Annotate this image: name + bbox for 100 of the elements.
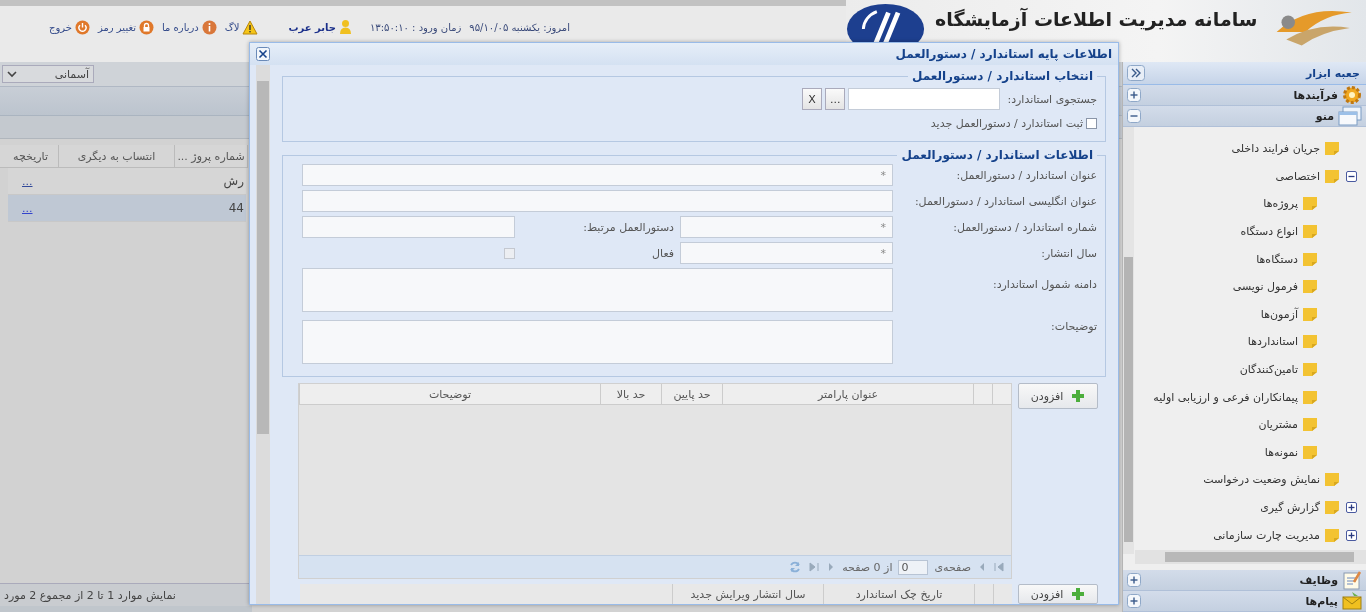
column-header[interactable]: سال انتشار ویرایش جدید [672, 584, 823, 604]
column-header[interactable]: انتساب به دیگری [59, 145, 175, 167]
menu-item[interactable]: تامین‌کنندگان [1239, 363, 1298, 377]
note-icon [1302, 224, 1318, 240]
gear-icon [1342, 85, 1362, 105]
menu-item[interactable]: دستگاه‌ها [1256, 252, 1298, 266]
header-info: زمان ورود : ۱۳:۵۰:۱۰ [369, 21, 462, 33]
header-link[interactable]: لاگ [224, 21, 240, 33]
menu-item[interactable]: نمونه‌ها [1264, 445, 1298, 459]
section-legend: انتخاب استاندارد / دستورالعمل [907, 69, 1097, 83]
clear-button[interactable]: X [801, 88, 822, 110]
input-field[interactable]: * [680, 216, 893, 238]
user-icon [338, 19, 352, 35]
table-row[interactable]: 44 ... [8, 195, 246, 222]
input-field[interactable] [302, 216, 515, 238]
row-link[interactable]: ... [22, 174, 33, 188]
header-link[interactable]: تغییر رمز [97, 21, 136, 33]
scrollbar[interactable] [1123, 127, 1134, 554]
add-button[interactable]: افزودن [1018, 383, 1098, 409]
menu-item[interactable]: اختصاصی [1275, 169, 1320, 183]
checkbox-label: فعال [651, 246, 675, 260]
accordion-title: فرآیندها [1292, 88, 1338, 102]
menu-item[interactable]: آزمون‌ها [1260, 307, 1298, 321]
column-header[interactable]: شماره پروژ ... [175, 145, 248, 167]
field-label: دستورالعمل مرتبط: [582, 220, 675, 234]
menu-item[interactable]: انواع دستگاه [1240, 225, 1298, 239]
column-header[interactable]: تاریخچه [3, 145, 59, 167]
note-icon [1302, 444, 1318, 460]
last-page-icon[interactable] [993, 561, 1005, 573]
accordion-header[interactable]: وظایف [1123, 570, 1366, 591]
accordion-title: منو [1314, 109, 1334, 123]
accordion-header[interactable]: پیام‌ها [1123, 591, 1366, 612]
menu-item[interactable]: مشتریان [1258, 418, 1298, 432]
plus-icon [1071, 389, 1086, 403]
accordion-header[interactable]: فرآیندها [1123, 85, 1366, 106]
field-label: شماره استاندارد / دستورالعمل: [952, 220, 1097, 234]
note-icon [1302, 306, 1318, 322]
scrollbar[interactable] [256, 65, 270, 604]
plus-icon [1071, 587, 1086, 601]
accordion-title: پیام‌ها [1304, 594, 1338, 608]
refresh-icon[interactable] [788, 560, 803, 574]
table-cell: 44 [228, 201, 244, 215]
header-link[interactable]: درباره ما [162, 21, 199, 33]
column-header[interactable]: توضیحات [299, 384, 600, 404]
search-field[interactable] [848, 88, 1001, 110]
column-header[interactable]: حد بالا [600, 384, 661, 404]
menu-item[interactable]: مدیریت چارت سازمانی [1213, 528, 1320, 542]
app-title: سامانه مدیریت اطلاعات آزمایشگاه [935, 8, 1258, 30]
menu-item[interactable]: جریان فرایند داخلی [1231, 142, 1320, 156]
sidebar-title: جعبه ابزار [1306, 66, 1360, 80]
note-icon [1324, 500, 1340, 515]
notepad-icon [1342, 570, 1362, 590]
input-field[interactable] [302, 190, 893, 212]
first-page-icon[interactable] [808, 561, 821, 573]
header-link[interactable]: خروج [49, 21, 72, 33]
table-cell: رش [223, 174, 244, 188]
pager-label: از 0 صفحه [842, 560, 893, 574]
note-icon [1302, 334, 1318, 350]
note-icon [1302, 417, 1318, 433]
checkbox-label: ثبت استاندارد / دستورالعمل جدید [930, 116, 1083, 130]
note-icon [1324, 141, 1340, 157]
column-header[interactable]: عنوان پارامتر [722, 384, 973, 404]
theme-select[interactable]: آسمانی [2, 65, 94, 83]
add-button[interactable]: افزودن [1018, 584, 1098, 604]
scrollbar[interactable] [1135, 550, 1366, 564]
browse-button[interactable]: ... [824, 88, 846, 110]
table-row[interactable]: رش ... [8, 168, 246, 195]
text-area[interactable] [302, 268, 893, 312]
close-button[interactable] [256, 47, 270, 61]
page-number-field[interactable]: 0 [898, 559, 929, 575]
accordion-title: وظایف [1298, 573, 1338, 587]
expand-icon[interactable] [1345, 502, 1357, 513]
menu-item[interactable]: گزارش گیری [1260, 501, 1320, 514]
collapse-icon[interactable] [1345, 170, 1357, 182]
status-text: نمایش موارد 1 تا 2 از مجموع 2 مورد [4, 588, 176, 602]
menu-item[interactable]: نمایش وضعیت درخواست [1203, 473, 1320, 487]
field-label: عنوان انگلیسی استاندارد / دستورالعمل: [913, 194, 1097, 208]
note-icon [1302, 196, 1318, 212]
text-area[interactable] [302, 320, 893, 364]
column-header[interactable]: حد پایین [661, 384, 722, 404]
user-name-link[interactable]: جابر عرب [288, 21, 336, 33]
section-legend: اطلاعات استاندارد / دستورالعمل [897, 148, 1097, 162]
column-header[interactable]: تاریخ چک استاندارد [823, 584, 974, 604]
power-icon [74, 19, 90, 35]
row-link[interactable]: ... [22, 201, 33, 215]
expand-icon[interactable] [1345, 529, 1357, 541]
menu-item[interactable]: فرمول نویسی [1232, 280, 1298, 294]
chevron-down-icon [7, 70, 17, 78]
note-icon [1324, 472, 1340, 488]
input-field[interactable]: * [302, 164, 893, 186]
menu-item[interactable]: پروژه‌ها [1263, 197, 1298, 211]
menu-item[interactable]: استانداردها [1247, 335, 1298, 349]
checkbox[interactable] [1086, 117, 1097, 129]
collapse-button[interactable] [1127, 65, 1145, 81]
accordion-header[interactable]: منو [1123, 106, 1366, 127]
field-label: دامنه شمول استاندارد: [991, 277, 1097, 291]
input-field[interactable]: * [680, 242, 893, 264]
pager-label: صفحه‌ی [934, 560, 971, 574]
note-icon [1302, 279, 1318, 295]
menu-item[interactable]: پیمانکاران فرعی و ارزیابی اولیه [1153, 390, 1298, 404]
